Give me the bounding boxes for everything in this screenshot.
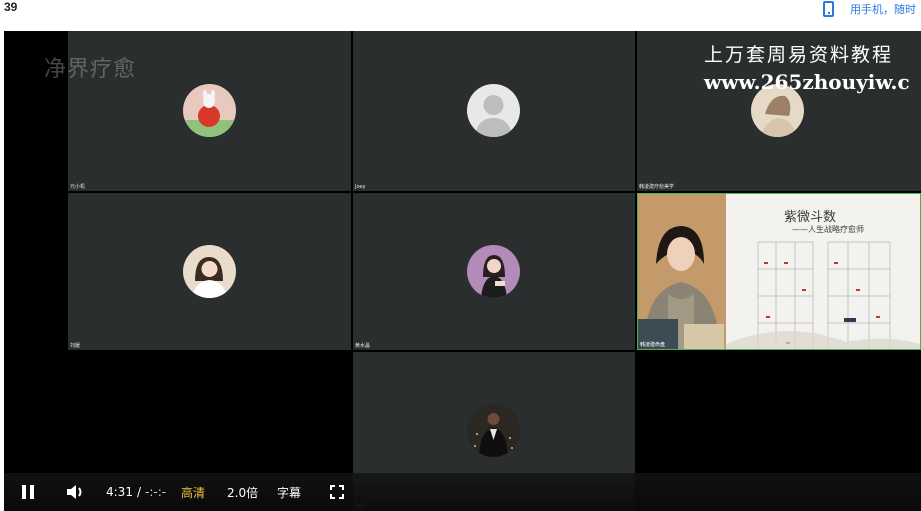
time-separator: / — [136, 485, 141, 499]
page-number: 39 — [4, 0, 18, 14]
current-time: 4:31 — [106, 485, 133, 499]
speaker-video — [638, 194, 726, 349]
woman-avatar-icon — [183, 245, 236, 298]
top-bar: 39 用手机，随时 — [0, 0, 921, 30]
pause-button[interactable] — [22, 473, 36, 511]
video-player[interactable]: 元小机 Joey 韩凌建疗愈美学 刘媛 黄水晶 紫微斗数 ——人生战略疗愈师 韩… — [4, 31, 921, 511]
watermark-right-title: 上万套周易资料教程 — [704, 44, 894, 66]
total-duration: -:-:- — [145, 485, 167, 499]
slide-panel: 紫微斗数 ——人生战略疗愈师 — [726, 194, 920, 349]
default-person-icon — [467, 84, 520, 137]
pause-icon — [22, 485, 36, 499]
volume-button[interactable] — [66, 473, 86, 511]
speed-button[interactable]: 2.0倍 — [227, 473, 258, 511]
participant-tile: 刘媛 — [68, 193, 351, 350]
man-avatar-icon — [467, 404, 520, 457]
participant-name: 刘媛 — [70, 343, 81, 349]
fullscreen-button[interactable] — [330, 473, 344, 511]
quality-button[interactable]: 高清 — [181, 473, 205, 511]
mobile-link-label: 用手机，随时 — [850, 3, 916, 16]
participant-tile: 黄水晶 — [353, 193, 635, 350]
participant-name: 韩凌建命盘 — [640, 342, 666, 348]
active-speaker-tile: 紫微斗数 ——人生战略疗愈师 韩凌建命盘 — [637, 193, 921, 350]
watermark-left: 净界疗愈 — [44, 57, 137, 82]
mobile-link[interactable]: 用手机，随时 — [823, 0, 916, 18]
participant-name: 韩凌建疗愈美学 — [639, 184, 675, 190]
participant-name: 黄水晶 — [355, 343, 371, 349]
player-controls: 4:31 / -:-:- 高清 2.0倍 字幕 — [4, 473, 921, 511]
participant-name: 元小机 — [70, 184, 86, 190]
fullscreen-icon — [330, 485, 344, 499]
watermark-right-url: www.265zhouyiw.c — [704, 70, 910, 94]
volume-icon — [67, 485, 82, 499]
participant-tile: Joey — [353, 31, 635, 191]
cartoon-avatar-icon — [183, 84, 236, 137]
subtitles-button[interactable]: 字幕 — [277, 473, 301, 511]
woman-avatar-icon — [467, 245, 520, 298]
chart-grid-graphic — [726, 241, 920, 349]
time-display: 4:31 / -:-:- — [106, 473, 166, 511]
phone-icon — [823, 1, 834, 17]
participant-name: Joey — [355, 184, 366, 190]
